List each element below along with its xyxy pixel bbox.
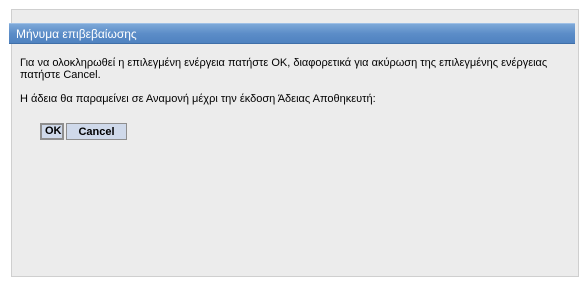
screen: Μήνυμα επιβεβαίωσης Για να ολοκληρωθεί η… [0,0,586,287]
permit-status-message: Η άδεια θα παραμείνει σε Αναμονή μέχρι τ… [20,93,376,105]
confirmation-message: Για να ολοκληρωθεί η επιλεγμένη ενέργεια… [20,57,548,81]
ok-button[interactable]: OK [40,123,64,140]
confirmation-dialog [11,9,579,277]
dialog-title: Μήνυμα επιβεβαίωσης [16,27,137,41]
dialog-titlebar: Μήνυμα επιβεβαίωσης [9,23,575,44]
cancel-button[interactable]: Cancel [66,123,127,140]
